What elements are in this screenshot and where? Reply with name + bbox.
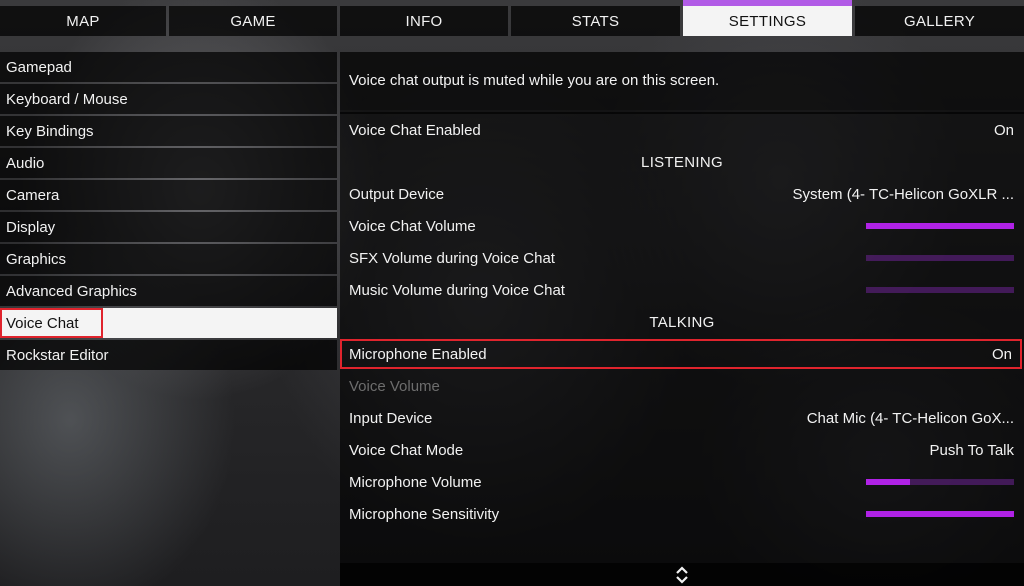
setting-label: Voice Volume [349,378,440,395]
notice-text: Voice chat output is muted while you are… [349,72,720,89]
setting-voice-chat-enabled[interactable]: Voice Chat Enabled On [340,115,1024,145]
up-down-chevron-icon[interactable] [674,566,690,584]
tab-game[interactable]: GAME [169,6,337,36]
sidebar-item-rockstar-editor[interactable]: Rockstar Editor [0,340,337,370]
slider-fill [866,511,1014,517]
setting-label: SFX Volume during Voice Chat [349,250,555,267]
setting-label: Voice Chat Volume [349,218,476,235]
setting-value: Push To Talk [929,442,1015,459]
tab-settings[interactable]: SETTINGS [683,0,852,36]
sidebar-item-graphics[interactable]: Graphics [0,244,337,274]
setting-label: Input Device [349,410,433,427]
notice-banner: Voice chat output is muted while you are… [340,52,1024,110]
setting-sfx-volume[interactable]: SFX Volume during Voice Chat [340,243,1024,273]
setting-value: Chat Mic (4- TC-Helicon GoX... [806,410,1014,427]
volume-slider[interactable] [866,255,1014,261]
setting-music-volume[interactable]: Music Volume during Voice Chat [340,275,1024,305]
setting-voice-volume: Voice Volume [340,371,1024,401]
sidebar-item-key-bindings[interactable]: Key Bindings [0,116,337,146]
sidebar-item-label: Display [6,218,56,236]
setting-label: Voice Chat Enabled [349,122,481,139]
top-tab-bar: MAP GAME INFO STATS SETTINGS GALLERY [0,0,1024,40]
setting-voice-chat-mode[interactable]: Voice Chat Mode Push To Talk [340,435,1024,465]
section-header-listening: LISTENING [641,153,723,171]
sidebar-item-advanced-graphics[interactable]: Advanced Graphics [0,276,337,306]
tab-gallery[interactable]: GALLERY [855,6,1024,36]
sidebar-item-label: Voice Chat [6,314,79,332]
setting-label: Microphone Volume [349,474,482,491]
sidebar-item-label: Audio [6,154,45,172]
section-header-talking: TALKING [649,313,715,331]
setting-microphone-sensitivity[interactable]: Microphone Sensitivity [340,499,1024,529]
sidebar-item-label: Graphics [6,250,67,268]
setting-value: On [993,122,1014,139]
setting-value: System (4- TC-Helicon GoXLR ... [792,186,1014,203]
sidebar-item-label: Camera [6,186,60,204]
setting-label: Microphone Sensitivity [349,506,500,523]
sidebar-item-gamepad[interactable]: Gamepad [0,52,337,82]
sidebar-item-camera[interactable]: Camera [0,180,337,210]
volume-slider[interactable] [866,287,1014,293]
tab-stats[interactable]: STATS [511,6,680,36]
setting-output-device[interactable]: Output Device System (4- TC-Helicon GoXL… [340,179,1024,209]
sidebar-item-label: Rockstar Editor [6,346,109,364]
setting-value: On [991,346,1012,363]
sidebar-item-voice-chat[interactable]: Voice Chat [0,308,337,338]
slider-fill [866,479,911,485]
sidebar-item-label: Keyboard / Mouse [6,90,128,108]
sidebar-item-label: Gamepad [6,58,72,76]
setting-label: Voice Chat Mode [349,442,464,459]
setting-label: Output Device [349,186,445,203]
sidebar-item-label: Advanced Graphics [6,282,137,300]
setting-voice-chat-volume[interactable]: Voice Chat Volume [340,211,1024,241]
panel-divider [340,112,1024,114]
setting-label: Music Volume during Voice Chat [349,282,565,299]
sidebar-item-label: Key Bindings [6,122,94,140]
slider-fill [866,223,1014,229]
setting-input-device[interactable]: Input Device Chat Mic (4- TC-Helicon GoX… [340,403,1024,433]
tab-map[interactable]: MAP [0,6,166,36]
sensitivity-slider[interactable] [866,511,1014,517]
setting-microphone-volume[interactable]: Microphone Volume [340,467,1024,497]
sidebar-item-keyboard-mouse[interactable]: Keyboard / Mouse [0,84,337,114]
volume-slider[interactable] [866,223,1014,229]
sidebar-item-audio[interactable]: Audio [0,148,337,178]
volume-slider[interactable] [866,479,1014,485]
setting-label: Microphone Enabled [349,346,487,363]
setting-microphone-enabled[interactable]: Microphone Enabled On [340,339,1022,369]
sidebar-item-display[interactable]: Display [0,212,337,242]
tab-info[interactable]: INFO [340,6,508,36]
